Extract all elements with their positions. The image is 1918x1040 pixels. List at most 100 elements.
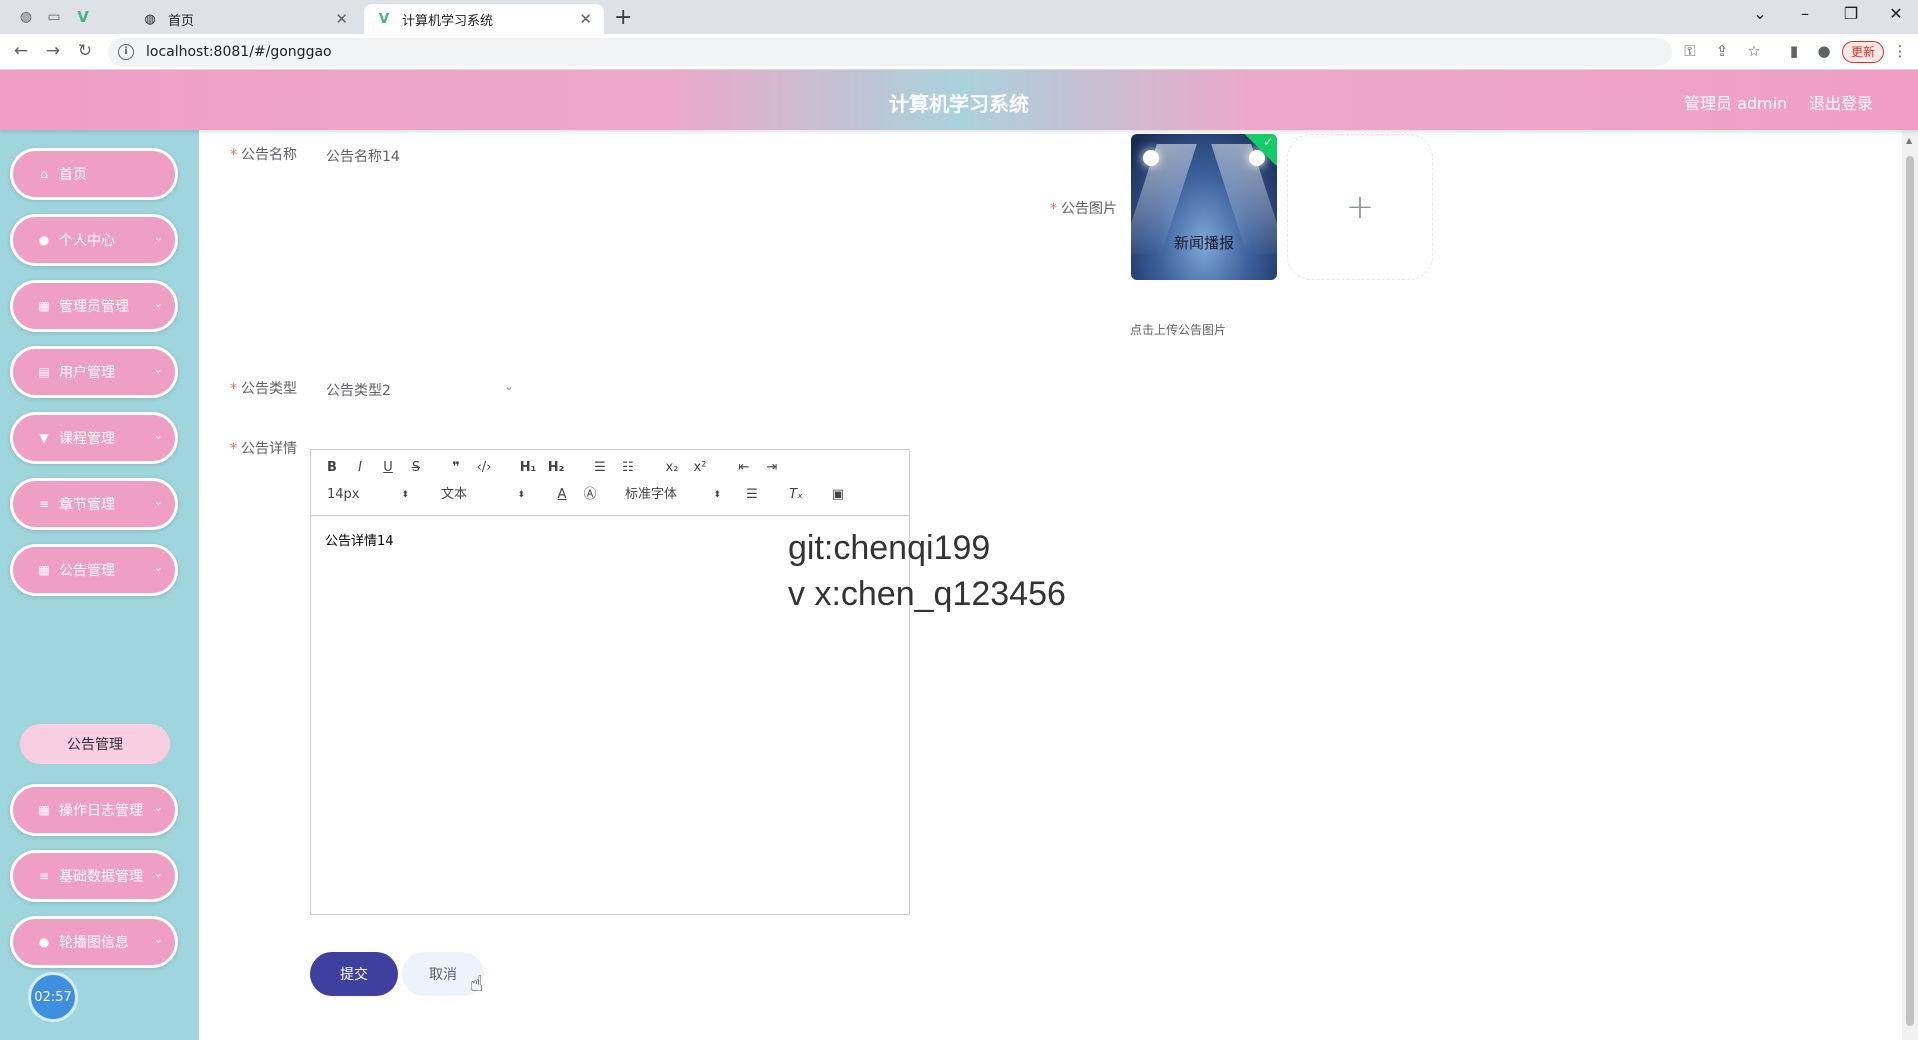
sidebar-item-oplogs[interactable]: ▦ 操作日志管理 ⌄ — [10, 784, 178, 836]
scroll-up-icon[interactable]: ▲ — [1906, 136, 1912, 145]
sidebar-item-notices[interactable]: ▦ 公告管理 ⌄ — [10, 544, 178, 596]
sidebar-item-chapters[interactable]: ≡ 章节管理 ⌄ — [10, 478, 178, 530]
submit-button[interactable]: 提交 — [310, 952, 398, 996]
ordered-list-icon[interactable]: ☰ — [589, 458, 611, 478]
code-icon[interactable]: ‹/› — [473, 458, 495, 478]
home-icon: ⌂ — [40, 167, 48, 181]
browser-tab-home[interactable]: ◍ 首页 ✕ — [130, 4, 360, 34]
h1-icon[interactable]: H₁ — [517, 458, 539, 478]
back-icon[interactable]: ← — [10, 41, 32, 61]
sidebar-item-courses[interactable]: ▼ 课程管理 ⌄ — [10, 412, 178, 464]
bold-icon[interactable]: B — [321, 458, 343, 478]
chevron-down-icon: ⌄ — [153, 363, 163, 376]
updown-icon: ⬍ — [401, 490, 409, 500]
url-field[interactable]: i localhost:8081/#/gonggao — [108, 38, 1672, 66]
update-button[interactable]: 更新 — [1842, 41, 1885, 63]
plus-icon: + — [1345, 187, 1375, 227]
outdent-icon[interactable]: ⇤ — [733, 458, 755, 478]
sidebar: ⌂ 首页 ● 个人中心 ⌄ ▦ 管理员管理 ⌄ ▤ 用户管理 ⌄ ▼ 课程管理 … — [0, 130, 199, 1040]
tab-label: 首页 — [168, 13, 195, 29]
underline-icon[interactable]: U — [377, 458, 399, 478]
sidepanel-icon[interactable]: ▮ — [1784, 42, 1804, 60]
hand-cursor-icon: ☝ — [470, 972, 484, 997]
sidebar-item-admins[interactable]: ▦ 管理员管理 ⌄ — [10, 280, 178, 332]
sidebar-item-label: 基础数据管理 — [59, 869, 143, 885]
sidebar-item-label: 轮播图信息 — [59, 935, 129, 951]
bg-color-icon[interactable]: Ⓐ — [579, 485, 601, 505]
pinned-tab-icon[interactable]: ◍ — [15, 6, 37, 28]
type-label: * 公告类型 — [230, 381, 297, 397]
upload-add-button[interactable]: + — [1287, 134, 1433, 280]
watermark-line-2: v x:chen_q123456 — [788, 575, 1066, 613]
check-icon: ✓ — [1262, 135, 1273, 149]
chevron-down-icon: ⌄ — [153, 867, 163, 880]
globe-icon: ◍ — [144, 11, 156, 27]
clock-widget: 02:57 — [28, 972, 78, 1022]
minimize-icon[interactable]: – — [1790, 4, 1820, 23]
indent-icon[interactable]: ⇥ — [761, 458, 783, 478]
info-icon[interactable]: i — [118, 44, 134, 60]
sidebar-item-basedata[interactable]: ≡ 基础数据管理 ⌄ — [10, 850, 178, 902]
sidebar-item-users[interactable]: ▤ 用户管理 ⌄ — [10, 346, 178, 398]
sidebar-item-carousel[interactable]: ● 轮播图信息 ⌄ — [10, 916, 178, 968]
reload-icon[interactable]: ↻ — [74, 41, 96, 61]
star-icon[interactable]: ☆ — [1744, 42, 1764, 60]
clear-format-icon[interactable]: Tₓ — [785, 485, 807, 505]
font-size-select[interactable]: 14px ⬍ — [327, 485, 409, 505]
share-icon[interactable]: ⇪ — [1712, 42, 1732, 60]
editor-content[interactable]: 公告详情14 — [325, 530, 394, 549]
font-family-select[interactable]: 标准字体 ⬍ — [625, 485, 721, 505]
clipboard-icon: ▤ — [38, 365, 50, 379]
browser-tab-active[interactable]: V 计算机学习系统 ✕ — [364, 4, 604, 34]
chevron-down-icon: ⌄ — [153, 801, 163, 814]
chevron-down-icon: ⌄ — [153, 429, 163, 442]
chevron-down-icon: ⌄ — [153, 297, 163, 310]
forward-icon[interactable]: → — [42, 41, 64, 61]
type-select[interactable]: 公告类型2 ⌄ — [326, 376, 516, 404]
pinned-tab-icon[interactable]: ▭ — [43, 6, 65, 28]
name-input[interactable]: 公告名称14 — [326, 146, 400, 166]
h2-icon[interactable]: H₂ — [545, 458, 567, 478]
detail-label: * 公告详情 — [230, 441, 297, 457]
scrollbar-thumb[interactable] — [1906, 156, 1914, 1026]
close-icon[interactable]: ✕ — [579, 10, 592, 28]
window-close-icon[interactable]: ✕ — [1881, 4, 1911, 23]
blockquote-icon[interactable]: ❞ — [445, 458, 467, 478]
italic-icon[interactable]: I — [349, 458, 371, 478]
editor-toolbar: B I U S ❞ ‹/› H₁ H₂ ☰ ☷ x₂ x² ⇤ ⇥ 14px ⬍… — [311, 450, 909, 516]
updown-icon: ⬍ — [713, 490, 721, 500]
page-scrollbar[interactable]: ▲ — [1902, 130, 1918, 1040]
restore-icon[interactable]: ❐ — [1836, 4, 1866, 23]
uploaded-image-thumbnail[interactable]: 新闻播报 ✓ — [1131, 134, 1277, 280]
pin-icon: ▼ — [39, 431, 49, 445]
image-caption: 新闻播报 — [1173, 234, 1234, 252]
url-text: localhost:8081/#/gonggao — [146, 44, 332, 60]
bullet-list-icon[interactable]: ☷ — [617, 458, 639, 478]
sidebar-item-label: 操作日志管理 — [59, 803, 143, 819]
bulb-icon: ● — [38, 935, 50, 949]
tab-search-icon[interactable]: ⌄ — [1745, 4, 1775, 23]
chevron-down-icon: ⌄ — [503, 379, 514, 393]
header-value: 文本 — [441, 487, 468, 502]
sidebar-subitem-notice-manage[interactable]: 公告管理 — [20, 724, 170, 764]
image-icon[interactable]: ▣ — [827, 485, 849, 505]
sidebar-item-profile[interactable]: ● 个人中心 ⌄ — [10, 214, 178, 266]
sidebar-item-label: 公告管理 — [59, 563, 115, 579]
logout-link[interactable]: 退出登录 — [1809, 90, 1873, 114]
font-color-icon[interactable]: A — [551, 485, 573, 505]
sidebar-item-label: 个人中心 — [59, 233, 115, 249]
upload-tip: 点击上传公告图片 — [1130, 323, 1227, 337]
chevron-down-icon: ⌄ — [153, 933, 163, 946]
new-tab-button[interactable]: + — [614, 5, 632, 30]
close-icon[interactable]: ✕ — [335, 10, 348, 28]
menu-icon[interactable]: ⋮ — [1890, 42, 1910, 60]
sidebar-item-home[interactable]: ⌂ 首页 — [10, 148, 178, 200]
header-select[interactable]: 文本 ⬍ — [441, 485, 525, 505]
align-icon[interactable]: ☰ — [741, 485, 763, 505]
superscript-icon[interactable]: x² — [689, 458, 711, 478]
vue-tab-icon[interactable]: V — [72, 6, 94, 28]
profile-icon[interactable]: ● — [1814, 42, 1834, 60]
subscript-icon[interactable]: x₂ — [661, 458, 683, 478]
strike-icon[interactable]: S — [405, 458, 427, 478]
key-icon[interactable]: ⚿ — [1680, 42, 1700, 60]
